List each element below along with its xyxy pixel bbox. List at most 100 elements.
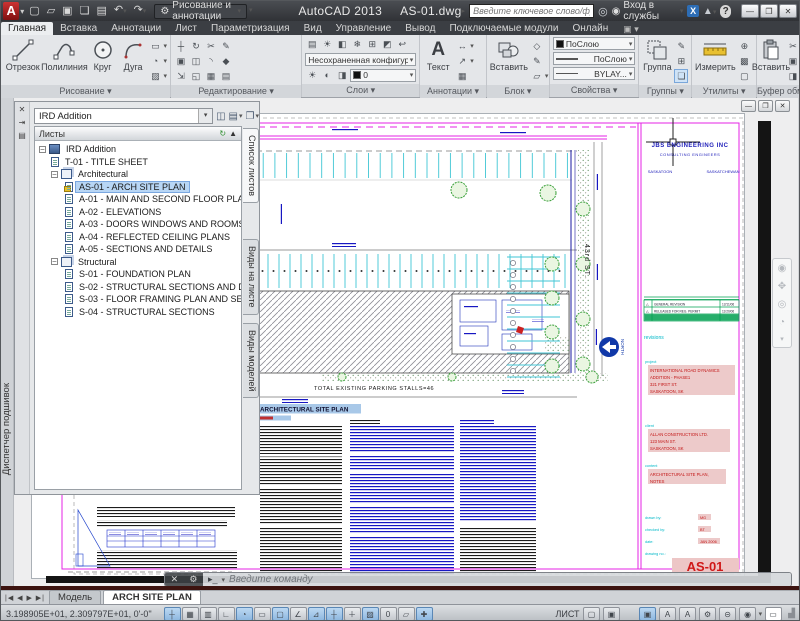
command-customize-icon[interactable]: ⚙ — [189, 574, 197, 585]
navigation-bar[interactable]: ◉ ✥ ◎ ◔ ▾ — [772, 258, 792, 348]
quick-select-icon[interactable]: ⊕ — [737, 39, 751, 53]
arc-button[interactable]: Дуга — [120, 37, 147, 72]
group-select-icon[interactable]: ❏ — [674, 69, 688, 83]
tree-item-sheet[interactable]: A-05 - SECTIONS AND DETAILS — [35, 243, 241, 256]
app-status-menu-icon[interactable]: ▾ — [759, 610, 763, 618]
minimize-button[interactable]: — — [741, 4, 759, 18]
maximize-button[interactable]: ❐ — [760, 4, 778, 18]
infer-toggle[interactable]: ▦ — [182, 607, 199, 621]
palette-title-bar[interactable]: ✕ ⇥ ▤ — [15, 102, 30, 494]
grip-edit-icon[interactable]: ▤ — [219, 69, 233, 83]
group-edit-icon[interactable]: ⊞ — [674, 54, 688, 68]
layout-nav-buttons[interactable]: |◀ ◀ ▶ ▶| — [1, 594, 47, 604]
osnap3d-toggle[interactable]: ▭ — [254, 607, 271, 621]
tab-annotate[interactable]: Аннотации — [104, 22, 168, 35]
polar-toggle[interactable]: ◔ — [236, 607, 253, 621]
tree-item-sheet[interactable]: S-04 - STRUCTURAL SECTIONS — [35, 306, 241, 319]
tree-item-sheet[interactable]: A-02 - ELEVATIONS — [35, 206, 241, 219]
panel-label-groups[interactable]: Группы ▾ — [639, 85, 691, 98]
tree-item-root[interactable]: –IRD Addition — [35, 143, 241, 156]
id-point-icon[interactable]: ▢ — [737, 69, 751, 83]
bulb-icon[interactable]: ☀ — [305, 68, 319, 82]
group-button[interactable]: Группа — [642, 37, 672, 72]
layer-freeze-icon[interactable]: ❄ — [350, 37, 364, 51]
panel-label-block[interactable]: Блок ▾ — [487, 85, 549, 98]
exchange-apps-icon[interactable]: X — [687, 5, 698, 17]
erase-icon[interactable]: ✎ — [219, 39, 233, 53]
tree-item-sheet[interactable]: S-02 - STRUCTURAL SECTIONS AND DETAILS — [35, 281, 241, 294]
close-button[interactable]: ✕ — [779, 4, 797, 18]
copy-clip-icon[interactable]: ▣ — [786, 54, 800, 68]
tree-item-group[interactable]: –Architectural — [35, 168, 241, 181]
panel-label-properties[interactable]: Свойства ▾ — [550, 84, 638, 97]
tab-sheet-list[interactable]: Список листов — [243, 128, 259, 203]
edit-block-icon[interactable]: ✎ — [530, 54, 544, 68]
array-icon[interactable]: ▦ — [204, 69, 218, 83]
print-icon[interactable]: ▤ — [94, 3, 108, 19]
pan-icon[interactable]: ✥ — [778, 281, 786, 292]
mirror-icon[interactable]: ◫ — [189, 54, 203, 68]
ortho-toggle[interactable]: ∟ — [218, 607, 235, 621]
insert-block-button[interactable]: Вставить — [490, 37, 528, 72]
palette-autohide-icon[interactable]: ⇥ — [16, 117, 28, 128]
trim-icon[interactable]: ✂ — [204, 39, 218, 53]
palette-properties-icon[interactable]: ▤ — [16, 130, 28, 141]
doc-restore-button[interactable]: ❐ — [758, 100, 773, 112]
sun-icon[interactable]: ◐ — [320, 68, 334, 82]
panel-label-draw[interactable]: Рисование ▾ — [1, 85, 170, 98]
palette-close-icon[interactable]: ✕ — [16, 104, 28, 115]
scale-icon[interactable]: ◱ — [189, 69, 203, 83]
tab-sheet-views[interactable]: Виды на листе — [243, 239, 259, 315]
measure-button[interactable]: Измерить — [695, 37, 735, 72]
redo-icon[interactable]: ↷▾ — [132, 2, 149, 20]
collapse-icon[interactable]: ▲ — [229, 129, 237, 138]
polyline-button[interactable]: Полилиния — [43, 37, 85, 72]
layer-lock-icon[interactable]: ⊞ — [365, 37, 379, 51]
tab-online[interactable]: Онлайн — [565, 22, 615, 35]
tab-view[interactable]: Вид — [297, 22, 329, 35]
osnap-toggle[interactable]: ▢ — [272, 607, 289, 621]
command-input[interactable]: ▸_ ▾ Введите команду — [203, 573, 791, 586]
tab-plugins[interactable]: Подключаемые модули — [442, 22, 565, 35]
layout-space-button[interactable]: ▣ — [603, 607, 620, 621]
tree-item-sheet[interactable]: A-03 - DOORS WINDOWS AND ROOMS — [35, 218, 241, 231]
help-icon[interactable]: ? — [720, 5, 731, 18]
layer-properties-icon[interactable]: ▤ — [305, 37, 319, 51]
cycling-toggle[interactable]: ✚ — [416, 607, 433, 621]
layer-isolate-icon[interactable]: ◧ — [335, 37, 349, 51]
object-color-dropdown[interactable]: ПоСлою▾ — [553, 37, 635, 50]
tree-item-sheet[interactable]: A-04 - REFLECTED CEILING PLANS — [35, 231, 241, 244]
panel-label-annotation[interactable]: Аннотации ▾ — [420, 85, 486, 98]
layer-prev-icon[interactable]: ↩ — [395, 37, 409, 51]
explode-icon[interactable]: ◆ — [219, 54, 233, 68]
tab-manage[interactable]: Управление — [329, 22, 399, 35]
quick-calc-icon[interactable]: ▩ — [737, 54, 751, 68]
hatch-icon[interactable]: ▨ — [148, 69, 162, 83]
grid-toggle[interactable]: ▥ — [200, 607, 217, 621]
steering-wheel-icon[interactable]: ◉ — [778, 263, 787, 274]
fillet-icon[interactable]: ◝ — [204, 54, 218, 68]
tab-model-views[interactable]: Виды моделей — [243, 323, 259, 399]
panel-label-modify[interactable]: Редактирование ▾ — [171, 85, 301, 98]
dyninput-toggle[interactable]: ＋ — [344, 607, 361, 621]
orbit-icon[interactable]: ◔ — [779, 317, 785, 328]
open-icon[interactable]: ▱ — [45, 3, 57, 19]
tab-arch-site-plan[interactable]: ARCH SITE PLAN — [103, 590, 201, 604]
layer-match-icon[interactable]: ◩ — [380, 37, 394, 51]
tree-item-group[interactable]: –Structural — [35, 256, 241, 269]
paste-button[interactable]: Вставить — [758, 37, 784, 72]
lineweight-dropdown[interactable]: ПоСлою▾ — [553, 52, 635, 65]
match-props-icon[interactable]: ◨ — [786, 69, 800, 83]
isolate-objects-icon[interactable]: ◉ — [739, 607, 756, 621]
tree-item-sheet[interactable]: S-01 - FOUNDATION PLAN — [35, 268, 241, 281]
rotate-icon[interactable]: ↻ — [189, 39, 203, 53]
tree-item-sheet[interactable]: S-03 - FLOOR FRAMING PLAN AND SECTIONS — [35, 293, 241, 306]
undo-icon[interactable]: ↶▾ — [112, 2, 129, 20]
lineweight-toggle[interactable]: ▨ — [362, 607, 379, 621]
search-icon[interactable]: ◎ — [598, 5, 608, 18]
saveas-icon[interactable]: ❏ — [78, 3, 92, 19]
signin-button[interactable]: ◉ Вход в службы ▾ — [612, 0, 684, 22]
stretch-icon[interactable]: ⇲ — [174, 69, 188, 83]
panel-label-utilities[interactable]: Утилиты ▾ — [692, 85, 756, 98]
tab-parametric[interactable]: Параметризация — [204, 22, 297, 35]
